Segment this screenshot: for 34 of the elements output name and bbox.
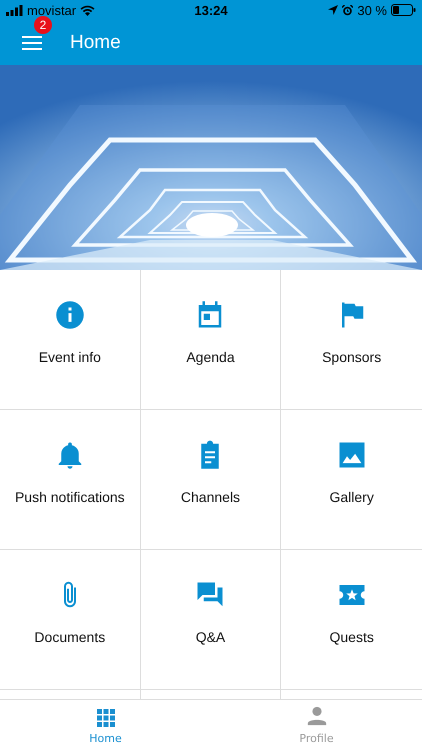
image-icon	[336, 440, 367, 470]
signal-icon	[6, 4, 23, 16]
menu-tile[interactable]: Channels	[140, 410, 282, 550]
page-title: Home	[70, 32, 121, 54]
tile-label: Gallery	[329, 489, 374, 505]
tile-label: Documents	[34, 629, 106, 645]
wifi-icon	[80, 4, 96, 16]
menu-tile[interactable]: Quests	[281, 550, 422, 690]
menu-tile[interactable]: Q&A	[140, 550, 282, 690]
tile-label: Push notifications	[14, 489, 125, 505]
tile-label: Channels	[180, 489, 240, 505]
tile-label: Agenda	[186, 349, 235, 365]
menu-tile[interactable]: Gallery	[281, 410, 422, 550]
tile-label: Event info	[38, 349, 101, 365]
menu-tile[interactable]: Agenda	[140, 270, 282, 410]
tile-label: Q&A	[196, 629, 226, 645]
menu-tile[interactable]: Documents	[0, 550, 141, 690]
notification-badge: 2	[34, 16, 52, 34]
grid-icon	[96, 709, 114, 727]
menu-tile[interactable]: Event info	[0, 270, 141, 410]
location-arrow-icon	[328, 5, 338, 15]
person-icon	[306, 705, 328, 727]
alarm-clock-icon	[342, 4, 354, 16]
menu-tile[interactable]: Sponsors	[281, 270, 422, 410]
tile-label: Quests	[329, 629, 374, 645]
nav-tab[interactable]: Home	[0, 700, 211, 750]
info-icon	[54, 300, 85, 330]
battery-icon	[391, 4, 416, 16]
tile-label: Sponsors	[322, 349, 382, 365]
battery-percent: 30 %	[357, 2, 387, 18]
menu-tile[interactable]: Push notifications	[0, 410, 141, 550]
clock-time: 13:24	[193, 2, 229, 18]
menu-icon	[22, 36, 42, 50]
carrier-name: movistar	[27, 2, 76, 18]
